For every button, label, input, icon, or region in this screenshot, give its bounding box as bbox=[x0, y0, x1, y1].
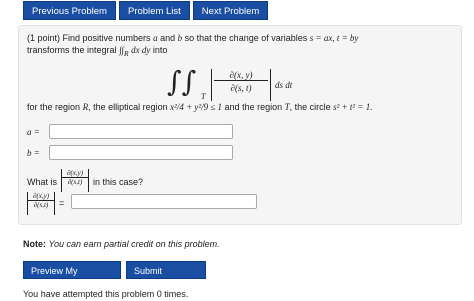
question-jacobian-fraction: ∂(x,y) ∂(s,t) bbox=[62, 169, 88, 186]
next-problem-button[interactable]: Next Problem bbox=[192, 1, 269, 20]
jacobian-denominator: ∂(s, t) bbox=[214, 80, 268, 93]
jacobian-numerator: ∂(x, y) bbox=[229, 70, 253, 80]
note-label: Note: bbox=[23, 239, 46, 249]
in-this-case-text: in this case? bbox=[93, 177, 144, 187]
elliptical-text: , the elliptical region bbox=[88, 102, 168, 112]
double-integral-sign: ∫∫ bbox=[167, 65, 197, 98]
for-region-text: for the region bbox=[27, 102, 81, 112]
and-region-text: and the region bbox=[224, 102, 283, 112]
problem-statement-line1: (1 point) Find positive numbers a and b … bbox=[27, 33, 358, 43]
ellipse-inequality: x²/4 + y²/9 ≤ 1 bbox=[170, 102, 223, 112]
and-text: and bbox=[160, 33, 176, 43]
a-label: a = bbox=[27, 127, 40, 137]
into-text: into bbox=[152, 45, 168, 55]
question-jacobian-numerator: ∂(x,y) bbox=[66, 169, 84, 177]
region-description: for the region R, the elliptical region … bbox=[27, 102, 372, 112]
attempts-text: You have attempted this problem 0 times. bbox=[23, 289, 189, 299]
jacobian-fraction: ∂(x, y) ∂(s, t) bbox=[214, 70, 268, 93]
problem-panel: (1 point) Find positive numbers a and b … bbox=[18, 25, 462, 225]
transforms-text: transforms the integral bbox=[27, 45, 117, 55]
partial-credit-note: Note: You can earn partial credit on thi… bbox=[23, 239, 220, 249]
var-a: a bbox=[153, 33, 158, 43]
region-t-subscript: T bbox=[201, 92, 206, 101]
problem-list-button[interactable]: Problem List bbox=[118, 1, 190, 20]
a-answer-input[interactable] bbox=[49, 124, 233, 139]
region-r-subscript: R bbox=[124, 48, 129, 58]
answer-jacobian-numerator: ∂(x,y) bbox=[32, 192, 50, 200]
b-label: b = bbox=[27, 148, 40, 158]
integrand: dx dy bbox=[131, 45, 151, 55]
change-of-variables-text: so that the change of variables bbox=[184, 33, 308, 43]
transformed-integral: ∫∫ T ∂(x, y) ∂(s, t) ds dt bbox=[167, 66, 317, 104]
what-is-text: What is bbox=[27, 177, 58, 187]
problem-navigation: Previous Problem Problem List Next Probl… bbox=[23, 1, 269, 20]
previous-problem-button[interactable]: Previous Problem bbox=[23, 1, 116, 20]
change-of-variables-formula: s = ax, t = by bbox=[309, 33, 359, 43]
question-jacobian-denominator: ∂(s,t) bbox=[62, 177, 88, 186]
problem-statement-line2: transforms the integral ∫∫R dx dy into bbox=[27, 45, 167, 58]
b-answer-input[interactable] bbox=[49, 145, 233, 160]
answer-jacobian-abs: ∂(x,y) ∂(s,t) bbox=[27, 192, 55, 215]
jacobian-abs: ∂(x, y) ∂(s, t) bbox=[211, 69, 271, 101]
preview-answers-button[interactable]: Preview My Answers bbox=[23, 261, 121, 294]
note-text: You can earn partial credit on this prob… bbox=[48, 239, 220, 249]
var-b: b bbox=[177, 33, 183, 43]
intro-text: (1 point) Find positive numbers bbox=[27, 33, 151, 43]
ds-dt: ds dt bbox=[275, 80, 293, 90]
jacobian-answer-input[interactable] bbox=[71, 194, 257, 209]
submit-answers-button[interactable]: Submit Answers bbox=[126, 261, 206, 294]
answer-jacobian-fraction: ∂(x,y) ∂(s,t) bbox=[28, 192, 54, 209]
circle-equation: s² + t² = 1. bbox=[333, 102, 373, 112]
answer-jacobian-denominator: ∂(s,t) bbox=[28, 200, 54, 209]
question-jacobian-abs: ∂(x,y) ∂(s,t) bbox=[61, 169, 89, 192]
circle-text: , the circle bbox=[289, 102, 331, 112]
equals-sign: = bbox=[59, 198, 65, 208]
